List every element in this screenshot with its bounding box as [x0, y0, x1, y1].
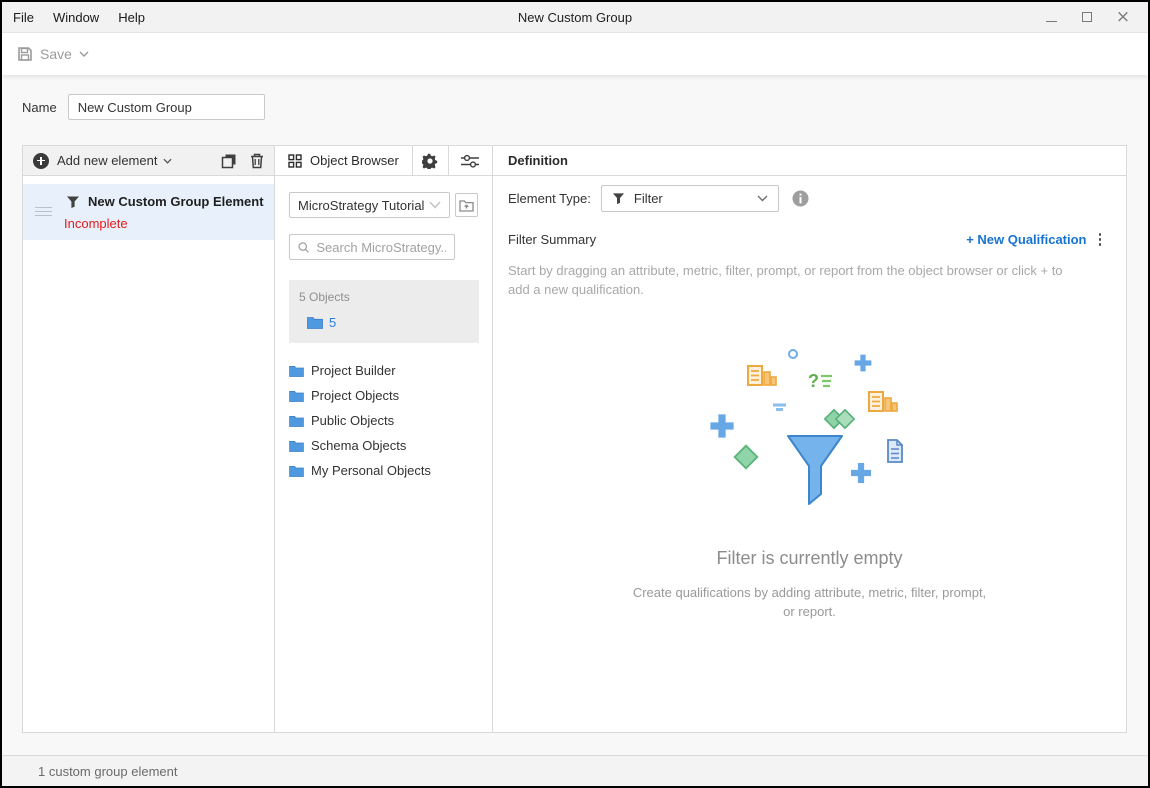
filter-funnel-icon	[66, 195, 80, 209]
filter-hint-text: Start by dragging an attribute, metric, …	[508, 261, 1086, 299]
minimize-icon[interactable]	[1044, 10, 1058, 24]
app-window: File Window Help New Custom Group × Save	[0, 0, 1150, 788]
content-area: Name Add new element	[2, 75, 1148, 786]
object-browser-body: MicroStrategy Tutorial	[275, 176, 492, 483]
info-icon[interactable]	[792, 190, 809, 207]
folder-item-label: Project Objects	[311, 388, 399, 403]
project-dropdown-value: MicroStrategy Tutorial	[298, 198, 424, 213]
element-item-title: New Custom Group Element	[88, 194, 264, 209]
menu-window[interactable]: Window	[53, 10, 99, 25]
tab-object-browser[interactable]: Object Browser	[275, 146, 412, 175]
elements-panel: Add new element	[23, 146, 275, 732]
menu-bar: File Window Help	[2, 10, 145, 25]
add-element-plus-icon	[33, 153, 49, 169]
menu-help[interactable]: Help	[118, 10, 145, 25]
search-box	[289, 234, 455, 260]
folder-icon	[289, 440, 304, 452]
trash-icon[interactable]	[250, 153, 264, 169]
folder-item[interactable]: My Personal Objects	[289, 458, 478, 483]
filter-empty-illustration: ?	[695, 338, 925, 508]
folder-item[interactable]: Schema Objects	[289, 433, 478, 458]
current-folder-box: 5 Objects 5	[289, 280, 479, 343]
save-button-label: Save	[40, 46, 72, 62]
sliders-icon	[461, 154, 479, 168]
folder-item-label: Project Builder	[311, 363, 396, 378]
definition-header: Definition	[493, 146, 1126, 176]
folder-icon	[289, 415, 304, 427]
svg-text:?: ?	[808, 371, 819, 391]
status-bar: 1 custom group element	[2, 755, 1148, 786]
filter-summary-label: Filter Summary	[508, 232, 596, 247]
chevron-down-icon[interactable]	[163, 158, 172, 164]
project-dropdown[interactable]: MicroStrategy Tutorial	[289, 192, 450, 218]
element-type-value: Filter	[634, 191, 663, 206]
filter-funnel-icon	[612, 192, 625, 205]
element-type-dropdown[interactable]: Filter	[601, 185, 779, 212]
element-type-label: Element Type:	[508, 191, 591, 206]
editor-panels: Add new element	[22, 145, 1127, 733]
elements-panel-header: Add new element	[23, 146, 274, 176]
title-bar: File Window Help New Custom Group ×	[2, 2, 1148, 33]
folder-icon	[289, 465, 304, 477]
duplicate-icon[interactable]	[221, 153, 237, 169]
name-label: Name	[22, 100, 57, 115]
folder-item-label: My Personal Objects	[311, 463, 431, 478]
save-floppy-icon	[17, 46, 33, 62]
folder-icon	[289, 390, 304, 402]
menu-file[interactable]: File	[13, 10, 34, 25]
gear-icon	[422, 153, 438, 169]
definition-panel: Definition Element Type: Filter	[493, 146, 1126, 732]
folder-icon	[307, 316, 323, 329]
status-bar-text: 1 custom group element	[38, 764, 177, 779]
element-status-badge: Incomplete	[64, 216, 264, 231]
search-icon	[298, 241, 309, 254]
folder-item[interactable]: Public Objects	[289, 408, 478, 433]
grid-icon	[288, 154, 302, 168]
chevron-down-icon	[429, 201, 441, 209]
new-qualification-button[interactable]: + New Qualification	[966, 232, 1086, 247]
add-element-button[interactable]: Add new element	[57, 153, 157, 168]
window-controls: ×	[1044, 10, 1148, 24]
folder-item-label: Schema Objects	[311, 438, 406, 453]
drag-handle[interactable]	[35, 194, 55, 231]
maximize-icon[interactable]	[1080, 10, 1094, 24]
close-icon[interactable]: ×	[1116, 10, 1130, 24]
folder-item[interactable]: Project Builder	[289, 358, 478, 383]
tab-object-browser-label: Object Browser	[310, 153, 399, 168]
toolbar: Save	[2, 33, 1148, 75]
object-browser-panel: Object Browser	[275, 146, 493, 732]
folder-item[interactable]: Project Objects	[289, 383, 478, 408]
current-folder-row[interactable]: 5	[299, 315, 469, 330]
chevron-down-icon	[757, 195, 768, 202]
tab-settings-gear[interactable]	[412, 146, 448, 175]
definition-body: Element Type: Filter	[493, 176, 1126, 732]
empty-state-subtitle: Create qualifications by adding attribut…	[626, 583, 994, 621]
folder-up-icon	[459, 199, 474, 212]
custom-group-element-item[interactable]: New Custom Group Element Incomplete	[23, 184, 274, 240]
element-item-content: New Custom Group Element Incomplete	[55, 194, 264, 231]
folder-icon	[289, 365, 304, 377]
object-browser-tabs: Object Browser	[275, 146, 492, 176]
tab-display-options[interactable]	[448, 146, 492, 175]
filter-empty-state: ?	[493, 338, 1126, 621]
window-title: New Custom Group	[2, 10, 1148, 25]
object-count-label: 5 Objects	[299, 290, 469, 304]
name-row: Name	[22, 94, 265, 120]
save-button[interactable]: Save	[17, 46, 89, 62]
name-input[interactable]	[68, 94, 265, 120]
more-options-icon[interactable]	[1097, 231, 1104, 248]
empty-state-title: Filter is currently empty	[493, 548, 1126, 569]
current-folder-label: 5	[329, 315, 336, 330]
folder-list: Project Builder Project Objects Public O…	[289, 358, 478, 483]
folder-item-label: Public Objects	[311, 413, 394, 428]
chevron-down-icon	[79, 51, 89, 57]
search-input[interactable]	[316, 240, 446, 255]
folder-up-button[interactable]	[455, 193, 478, 217]
